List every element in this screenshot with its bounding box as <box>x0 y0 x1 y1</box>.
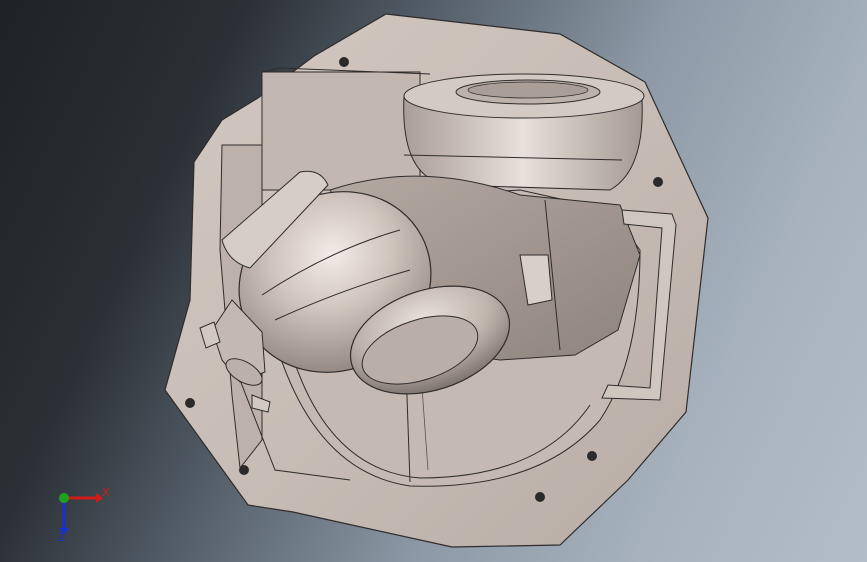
y-axis-arrow <box>59 493 69 503</box>
x-axis-label: X <box>102 486 110 499</box>
cad-viewport[interactable]: X Z <box>0 0 867 562</box>
coordinate-triad[interactable]: X Z <box>46 482 116 552</box>
z-axis-label: Z <box>58 531 66 544</box>
3d-part-model[interactable] <box>0 0 867 562</box>
top-block <box>261 71 421 191</box>
